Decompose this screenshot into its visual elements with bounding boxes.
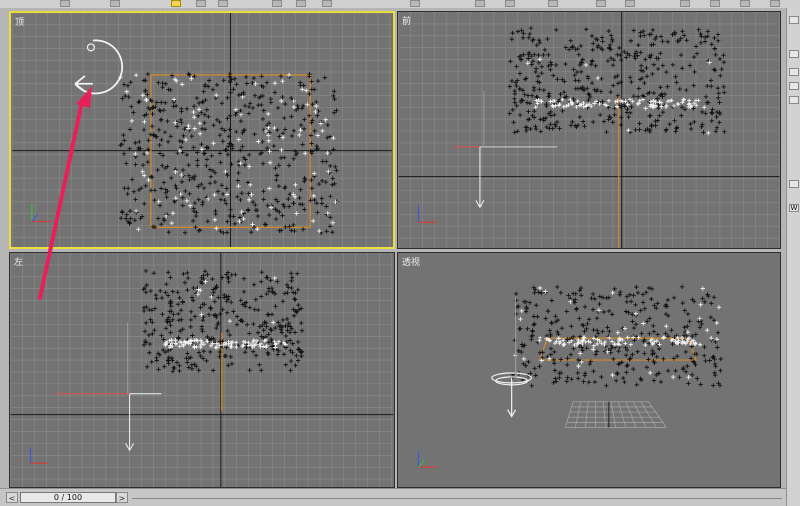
panel-button[interactable] — [789, 16, 799, 24]
select-region-icon[interactable] — [196, 0, 206, 7]
layer-icon[interactable] — [596, 0, 606, 7]
grid — [398, 12, 780, 248]
next-frame-button[interactable]: > — [116, 492, 128, 503]
viewport-perspective-canvas[interactable] — [398, 253, 780, 487]
viewport-left[interactable]: 左 — [9, 252, 395, 488]
viewport-left-canvas[interactable] — [10, 253, 394, 487]
material-editor-icon[interactable] — [680, 0, 690, 7]
viewport-front[interactable]: 前 — [397, 11, 781, 249]
viewport-perspective[interactable]: 透视 — [397, 252, 781, 488]
prev-frame-button[interactable]: < — [6, 492, 18, 503]
viewport-label-top[interactable]: 顶 — [15, 15, 24, 28]
ground-grid — [564, 401, 667, 428]
panel-button[interactable] — [789, 180, 799, 188]
curve-editor-icon[interactable] — [625, 0, 635, 7]
axis-tripod-icon — [31, 203, 52, 223]
time-slider-bar: < 0 / 100 > — [0, 488, 786, 506]
timeline-track[interactable] — [132, 498, 782, 499]
panel-field[interactable]: W — [789, 204, 799, 212]
panel-button[interactable] — [789, 68, 799, 76]
mirror-icon[interactable] — [505, 0, 515, 7]
grid — [10, 253, 394, 487]
viewport-top[interactable]: 顶 — [9, 11, 395, 249]
render-icon[interactable] — [740, 0, 750, 7]
viewport-top-canvas[interactable] — [11, 13, 393, 247]
snap-icon[interactable] — [410, 0, 420, 7]
particle-marks-dark — [510, 284, 723, 388]
align-icon[interactable] — [548, 0, 558, 7]
render-icon[interactable] — [710, 0, 720, 7]
select-filter-icon[interactable] — [218, 0, 228, 7]
particle-marks-light — [513, 285, 722, 380]
particle-cloud — [141, 268, 305, 374]
particle-cloud — [510, 284, 723, 388]
toolbar-icon[interactable] — [110, 0, 120, 7]
camera-target-icon — [491, 296, 533, 418]
move-icon[interactable] — [272, 0, 282, 7]
panel-button[interactable] — [789, 96, 799, 104]
scale-icon[interactable] — [322, 0, 332, 7]
particle-marks-dark — [507, 25, 727, 135]
viewport-front-canvas[interactable] — [398, 12, 780, 248]
panel-button[interactable] — [789, 50, 799, 58]
time-slider[interactable]: 0 / 100 — [20, 492, 116, 503]
viewport-label-front[interactable]: 前 — [402, 14, 411, 27]
command-panel: W — [786, 8, 800, 506]
snap-icon[interactable] — [475, 0, 485, 7]
viewport-area: 顶 前 左 透视 — [0, 8, 786, 488]
select-arrow-icon[interactable] — [171, 0, 181, 7]
axis-tripod-icon — [417, 451, 437, 468]
viewport-label-left[interactable]: 左 — [14, 255, 23, 268]
particle-marks-dark — [141, 268, 305, 374]
render-icon[interactable] — [770, 0, 780, 7]
panel-button[interactable] — [789, 82, 799, 90]
viewport-label-perspective[interactable]: 透视 — [402, 255, 420, 268]
rotate-icon[interactable] — [296, 0, 306, 7]
toolbar-icon[interactable] — [60, 0, 70, 7]
particle-cloud — [507, 25, 727, 136]
